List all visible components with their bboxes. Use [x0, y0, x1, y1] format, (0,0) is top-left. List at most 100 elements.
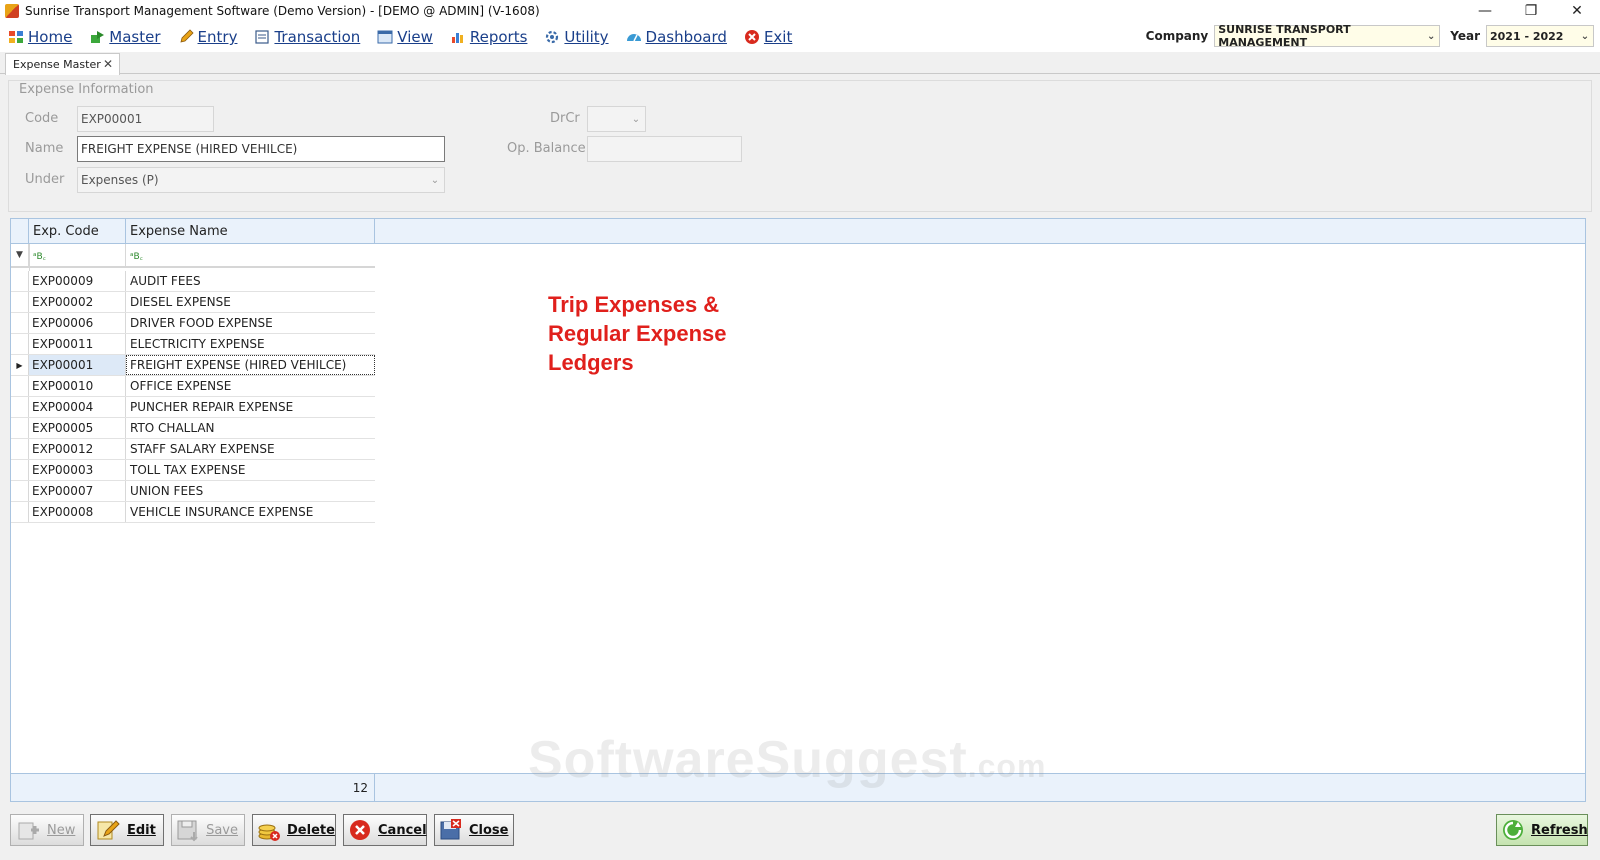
menu-transaction[interactable]: Transaction [254, 28, 360, 46]
menu-reports[interactable]: Reports [450, 28, 527, 46]
table-row[interactable]: EXP00012 STAFF SALARY EXPENSE [11, 439, 375, 460]
menu-master[interactable]: Master [89, 28, 161, 46]
cell-expense-name[interactable]: UNION FEES [126, 481, 375, 501]
close-button[interactable]: Close [434, 814, 514, 846]
table-row[interactable]: EXP00010 OFFICE EXPENSE [11, 376, 375, 397]
cell-expense-name[interactable]: VEHICLE INSURANCE EXPENSE [126, 502, 375, 522]
chevron-down-icon[interactable]: ⌄ [1423, 26, 1439, 46]
code-field[interactable]: EXP00001 [77, 106, 214, 132]
cell-exp-code[interactable]: EXP00007 [29, 481, 126, 501]
cell-expense-name[interactable]: RTO CHALLAN [126, 418, 375, 438]
table-row[interactable]: EXP00002 DIESEL EXPENSE [11, 292, 375, 313]
table-row[interactable]: EXP00005 RTO CHALLAN [11, 418, 375, 439]
table-row[interactable]: EXP00011 ELECTRICITY EXPENSE [11, 334, 375, 355]
op-balance-label: Op. Balance [507, 141, 586, 156]
close-icon[interactable]: ✕ [103, 57, 113, 71]
year-label: Year [1450, 29, 1480, 43]
delete-button[interactable]: Delete [252, 814, 336, 846]
cell-exp-code[interactable]: EXP00012 [29, 439, 126, 459]
company-select[interactable]: SUNRISE TRANSPORT MANAGEMENT ⌄ [1214, 23, 1441, 49]
watermark: SoftwareSuggest.com [528, 730, 1046, 790]
row-indicator[interactable] [11, 313, 29, 333]
restore-button[interactable]: ❐ [1508, 0, 1554, 22]
save-button-label: Save [206, 822, 238, 838]
table-row[interactable]: ▶ EXP00001 FREIGHT EXPENSE (HIRED VEHILCE) [11, 355, 375, 376]
cell-expense-name[interactable]: OFFICE EXPENSE [126, 376, 375, 396]
chevron-down-icon[interactable]: ⌄ [1577, 26, 1593, 46]
cell-exp-code[interactable]: EXP00010 [29, 376, 126, 396]
chevron-down-icon[interactable]: ⌄ [428, 168, 442, 192]
cell-exp-code[interactable]: EXP00006 [29, 313, 126, 333]
row-indicator[interactable] [11, 418, 29, 438]
cell-expense-name[interactable]: PUNCHER REPAIR EXPENSE [126, 397, 375, 417]
menu-view[interactable]: View [377, 28, 433, 46]
menu-bar: Home Master Entry Transaction View Repor… [0, 22, 1600, 52]
cancel-button[interactable]: Cancel [343, 814, 427, 846]
cell-expense-name[interactable]: DRIVER FOOD EXPENSE [126, 313, 375, 333]
column-header-expense-name[interactable]: Expense Name [126, 219, 375, 243]
row-indicator[interactable] [11, 481, 29, 501]
code-label: Code [25, 111, 59, 126]
row-indicator[interactable]: ▶ [11, 355, 29, 375]
row-indicator[interactable] [11, 439, 29, 459]
table-row[interactable]: EXP00009 AUDIT FEES [11, 271, 375, 292]
table-row[interactable]: EXP00008 VEHICLE INSURANCE EXPENSE [11, 502, 375, 523]
row-indicator[interactable] [11, 460, 29, 480]
delete-icon [257, 817, 281, 843]
tab-expense-master[interactable]: Expense Master ✕ [5, 53, 120, 75]
minimize-button[interactable]: — [1462, 0, 1508, 22]
row-indicator[interactable] [11, 334, 29, 354]
cell-expense-name[interactable]: AUDIT FEES [126, 271, 375, 291]
cell-expense-name[interactable]: STAFF SALARY EXPENSE [126, 439, 375, 459]
cell-exp-code[interactable]: EXP00009 [29, 271, 126, 291]
row-indicator[interactable] [11, 292, 29, 312]
cell-expense-name[interactable]: FREIGHT EXPENSE (HIRED VEHILCE) [126, 355, 375, 375]
cell-exp-code[interactable]: EXP00005 [29, 418, 126, 438]
column-header-exp-code[interactable]: Exp. Code [29, 219, 126, 243]
menu-dashboard[interactable]: Dashboard [626, 28, 727, 46]
cell-expense-name[interactable]: TOLL TAX EXPENSE [126, 460, 375, 480]
save-button[interactable]: Save [171, 814, 245, 846]
table-row[interactable]: EXP00006 DRIVER FOOD EXPENSE [11, 313, 375, 334]
refresh-button[interactable]: Refresh [1496, 814, 1588, 846]
table-row[interactable]: EXP00003 TOLL TAX EXPENSE [11, 460, 375, 481]
cancel-icon [348, 817, 372, 843]
close-window-button[interactable]: ✕ [1554, 0, 1600, 22]
filter-expense-name[interactable]: ᵃB꜀ [126, 244, 375, 266]
new-button[interactable]: New [10, 814, 84, 846]
row-indicator[interactable] [11, 376, 29, 396]
row-count: 12 [11, 774, 375, 801]
filter-exp-code[interactable]: ᵃB꜀ [29, 244, 126, 266]
menu-home[interactable]: Home [8, 28, 72, 46]
cell-exp-code[interactable]: EXP00004 [29, 397, 126, 417]
chevron-down-icon[interactable]: ⌄ [629, 107, 643, 131]
cell-expense-name[interactable]: DIESEL EXPENSE [126, 292, 375, 312]
table-row[interactable]: EXP00004 PUNCHER REPAIR EXPENSE [11, 397, 375, 418]
save-icon [176, 817, 200, 843]
op-balance-field[interactable] [587, 136, 742, 162]
menu-exit[interactable]: Exit [744, 28, 792, 46]
name-field[interactable]: FREIGHT EXPENSE (HIRED VEHILCE) [77, 136, 445, 162]
edit-button[interactable]: Edit [90, 814, 164, 846]
cell-exp-code[interactable]: EXP00003 [29, 460, 126, 480]
cell-expense-name[interactable]: ELECTRICITY EXPENSE [126, 334, 375, 354]
text-filter-icon: ᵃB꜀ [130, 251, 143, 262]
menu-entry[interactable]: Entry [178, 28, 238, 46]
cell-exp-code[interactable]: EXP00008 [29, 502, 126, 522]
under-select[interactable]: Expenses (P) ⌄ [77, 167, 445, 193]
cell-exp-code[interactable]: EXP00011 [29, 334, 126, 354]
row-indicator[interactable] [11, 397, 29, 417]
cell-exp-code[interactable]: EXP00001 [29, 355, 126, 375]
drcr-select[interactable]: ⌄ [587, 106, 646, 132]
menu-entry-label: Entry [197, 28, 238, 46]
row-indicator[interactable] [11, 271, 29, 291]
window-title: Sunrise Transport Management Software (D… [25, 4, 540, 18]
year-select[interactable]: 2021 - 2022 ⌄ [1486, 25, 1594, 47]
row-indicator[interactable] [11, 502, 29, 522]
filter-icon[interactable]: ▼ [11, 244, 29, 266]
tab-label: Expense Master [13, 58, 101, 71]
menu-utility[interactable]: Utility [544, 28, 609, 46]
table-row[interactable]: EXP00007 UNION FEES [11, 481, 375, 502]
cell-exp-code[interactable]: EXP00002 [29, 292, 126, 312]
text-filter-icon: ᵃB꜀ [33, 251, 46, 262]
